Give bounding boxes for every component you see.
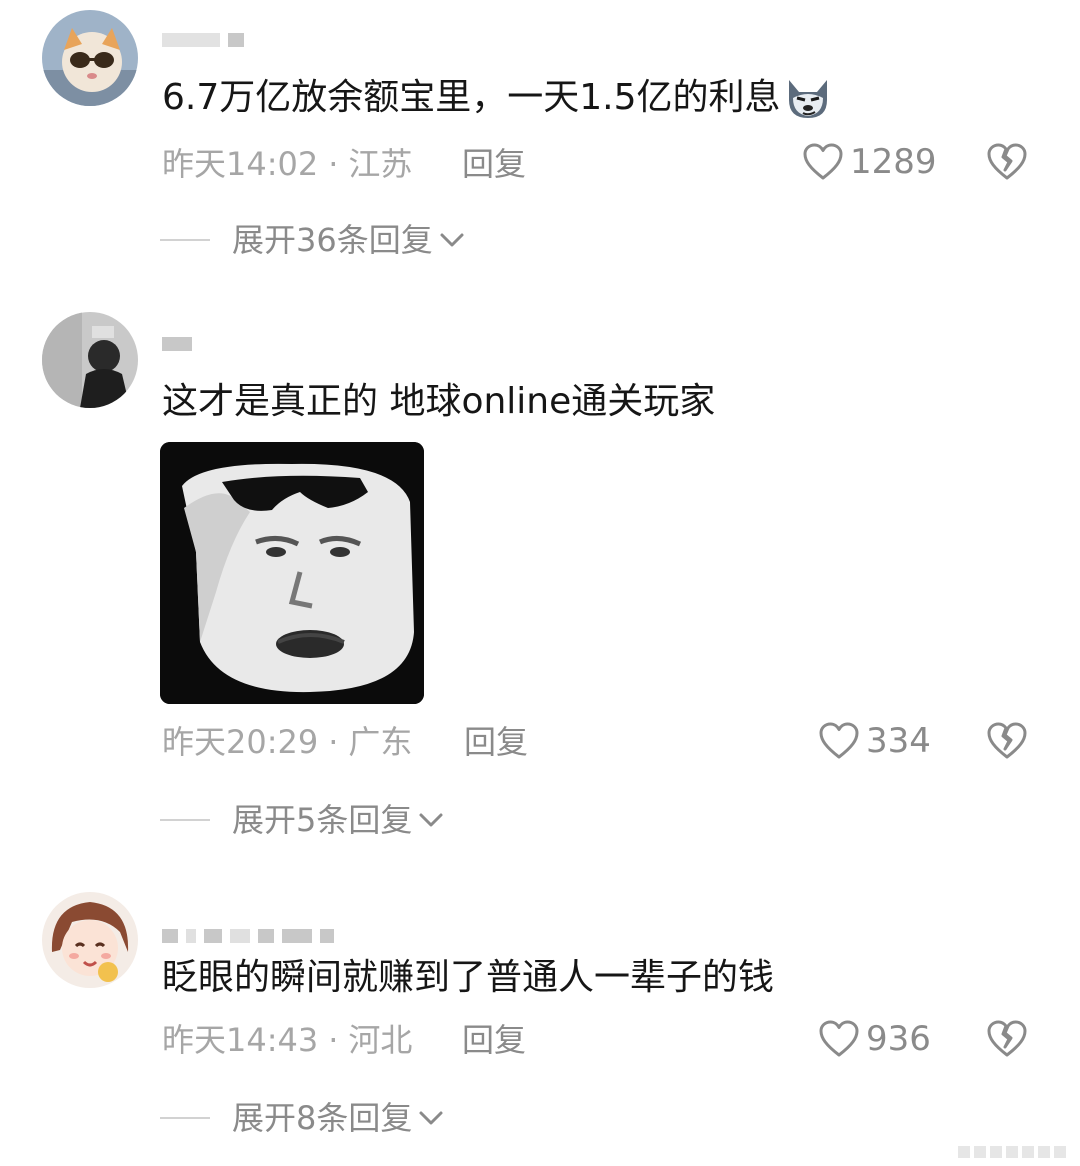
comment-text: 这才是真正的 地球online通关玩家 [162,381,716,422]
like-button[interactable]: 936 [818,1019,931,1059]
expand-replies-button[interactable]: 展开36条回复 [160,220,465,260]
sunglasses-salute-face-sticker[interactable] [160,442,424,704]
like-count: 334 [866,721,931,761]
reply-button[interactable]: 回复 [462,144,526,184]
reply-button[interactable]: 回复 [464,722,528,762]
comment-time: 昨天20:29 [162,723,319,761]
avatar[interactable] [42,892,138,988]
heart-outline-icon [803,143,843,180]
comment-meta: 昨天20:29 · 广东 [162,722,412,762]
broken-heart-icon[interactable] [986,141,1028,183]
like-button[interactable]: 334 [818,721,931,761]
expand-replies-button[interactable]: 展开5条回复 [160,800,444,840]
divider-line [160,239,210,241]
avatar[interactable] [42,10,138,106]
comment-location: 河北 [348,1021,413,1059]
reply-button[interactable]: 回复 [462,1020,526,1060]
like-count: 1289 [850,142,937,182]
comment-text: 6.7万亿放余额宝里，一天1.5亿的利息 [162,76,833,122]
divider-line [160,1117,210,1119]
comment-text: 眨眼的瞬间就赚到了普通人一辈子的钱 [162,957,775,998]
avatar[interactable] [42,312,138,408]
watermark [958,1146,1066,1158]
broken-heart-icon[interactable] [986,720,1028,762]
heart-outline-icon [819,1020,859,1057]
separator: · [328,723,339,761]
expand-replies-button[interactable]: 展开8条回复 [160,1098,444,1138]
username-redacted[interactable] [162,336,192,352]
expand-label: 展开8条回复 [232,1099,413,1137]
wolf-face-emoji [788,80,827,118]
username-redacted[interactable] [162,32,244,48]
separator: · [328,145,339,183]
comment-meta: 昨天14:02 · 江苏 [162,144,412,184]
expand-label: 展开36条回复 [232,221,433,259]
expand-label: 展开5条回复 [232,801,413,839]
username-redacted[interactable] [162,928,334,944]
chevron-down-icon [419,813,443,827]
comment-meta: 昨天14:43 · 河北 [162,1020,412,1060]
comment-time: 昨天14:43 [162,1021,319,1059]
like-button[interactable]: 1289 [802,142,937,182]
chevron-down-icon [440,233,464,247]
divider-line [160,819,210,821]
comment-location: 江苏 [348,145,413,183]
broken-heart-icon[interactable] [986,1018,1028,1060]
comment-time: 昨天14:02 [162,145,319,183]
separator: · [328,1021,339,1059]
heart-outline-icon [819,722,859,759]
comment-location: 广东 [348,723,413,761]
chevron-down-icon [419,1111,443,1125]
like-count: 936 [866,1019,931,1059]
